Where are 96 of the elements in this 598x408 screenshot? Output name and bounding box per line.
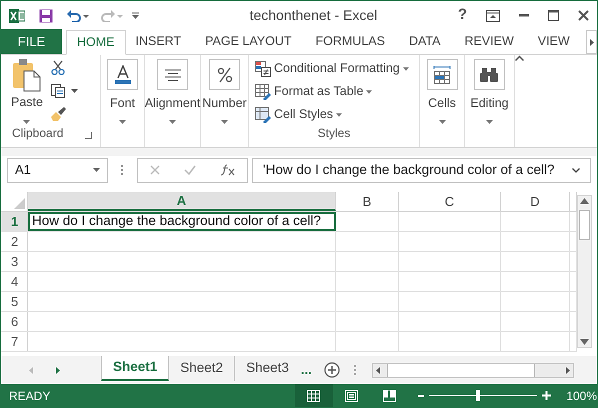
style-menu-button[interactable]: Conditional Formatting bbox=[255, 59, 419, 78]
minimize-icon[interactable] bbox=[519, 14, 529, 17]
paste-button[interactable]: Paste bbox=[11, 59, 43, 124]
scroll-thumb[interactable] bbox=[579, 210, 590, 240]
column-header[interactable]: B bbox=[336, 192, 399, 211]
cell-styles-icon bbox=[255, 106, 271, 122]
zoom-slider-thumb[interactable] bbox=[476, 390, 480, 401]
zoom-level[interactable]: 100% bbox=[566, 386, 598, 404]
excel-logo-icon[interactable] bbox=[9, 8, 25, 24]
page-layout-icon bbox=[345, 390, 358, 402]
next-sheet-icon[interactable] bbox=[56, 366, 60, 374]
window-title: techonthenet - Excel bbox=[248, 6, 378, 25]
more-sheets-button[interactable]: ... bbox=[300, 360, 312, 380]
expand-icon[interactable] bbox=[572, 168, 580, 172]
sheet-tab[interactable]: Sheet2 bbox=[169, 356, 234, 381]
ribbon-tab[interactable]: PAGE LAYOUT bbox=[195, 29, 302, 54]
ribbon-tab[interactable]: INSERT bbox=[126, 29, 192, 54]
formula-field[interactable]: 'How do I change the background color of a cell? bbox=[252, 158, 591, 182]
ribbon-tab[interactable]: VIEW bbox=[528, 29, 580, 54]
page-break-icon bbox=[382, 390, 396, 402]
caret-icon bbox=[438, 120, 446, 124]
table-cell[interactable]: How do I change the background color of a cell? bbox=[28, 212, 336, 231]
column-header[interactable]: A bbox=[28, 192, 336, 211]
undo-icon[interactable] bbox=[67, 10, 89, 22]
save-icon[interactable] bbox=[39, 8, 53, 22]
maximize-icon[interactable] bbox=[548, 10, 559, 21]
caret-icon bbox=[169, 120, 176, 124]
zoom-in-icon[interactable] bbox=[542, 391, 552, 400]
format-table-icon bbox=[255, 84, 271, 100]
row-header[interactable]: 3 bbox=[1, 252, 28, 271]
ribbon-display-icon[interactable] bbox=[486, 10, 500, 22]
style-menu-button[interactable]: Format as Table bbox=[255, 82, 419, 101]
horizontal-scrollbar[interactable] bbox=[372, 362, 574, 378]
row-header[interactable]: 7 bbox=[1, 332, 28, 351]
row-header[interactable]: 2 bbox=[1, 232, 28, 251]
group-label: Clipboard bbox=[12, 125, 64, 142]
dialog-launcher-icon[interactable] bbox=[85, 132, 92, 139]
conditional-formatting-icon bbox=[255, 60, 271, 76]
new-sheet-icon[interactable] bbox=[324, 362, 340, 378]
row-header[interactable]: 1 bbox=[1, 212, 28, 231]
sheet-tab[interactable]: Sheet1 bbox=[101, 356, 170, 381]
scroll-down-icon[interactable] bbox=[580, 339, 589, 345]
grid-view-icon bbox=[307, 390, 320, 402]
row-header[interactable]: 5 bbox=[1, 292, 28, 311]
view-button[interactable] bbox=[294, 384, 333, 407]
ribbon-tab[interactable]: HOME bbox=[66, 30, 126, 55]
caret-icon bbox=[336, 112, 342, 116]
status-text: READY bbox=[9, 388, 52, 404]
align-center-icon bbox=[164, 68, 180, 80]
editing-button[interactable]: Editing bbox=[470, 59, 509, 147]
dropdown-arrow-icon[interactable] bbox=[93, 168, 100, 172]
help-button[interactable]: ? bbox=[458, 4, 467, 27]
sheet-tab[interactable]: Sheet3 bbox=[234, 356, 300, 381]
name-box[interactable]: A1 bbox=[7, 158, 108, 182]
percent-icon bbox=[216, 66, 232, 82]
caret-icon bbox=[366, 90, 372, 94]
right-arrow-icon bbox=[590, 38, 594, 46]
check-icon[interactable] bbox=[184, 165, 196, 175]
number-button[interactable]: Number bbox=[202, 59, 247, 147]
group-label: Styles bbox=[318, 125, 350, 142]
vertical-scrollbar[interactable] bbox=[577, 195, 592, 348]
scroll-left-icon[interactable] bbox=[376, 366, 380, 374]
scroll-thumb[interactable] bbox=[386, 364, 535, 376]
column-header[interactable]: D bbox=[501, 192, 570, 211]
file-tab[interactable]: FILE bbox=[1, 29, 62, 54]
ribbon-tab[interactable]: FORMULAS bbox=[306, 29, 395, 54]
customize-menu-icon[interactable] bbox=[132, 12, 139, 19]
row-header[interactable]: 6 bbox=[1, 312, 28, 331]
font-color-icon bbox=[114, 64, 132, 84]
row-header[interactable]: 4 bbox=[1, 272, 28, 291]
caret-icon bbox=[402, 66, 409, 70]
alignment-button[interactable]: Alignment bbox=[144, 59, 200, 147]
insert-function-icon[interactable] bbox=[220, 164, 235, 176]
caret-icon bbox=[119, 120, 126, 124]
caret-icon bbox=[23, 120, 30, 124]
grip-icon bbox=[354, 365, 356, 375]
style-menu-button[interactable]: Cell Styles bbox=[255, 105, 419, 124]
caret-icon bbox=[221, 120, 228, 124]
column-header[interactable]: C bbox=[399, 192, 501, 211]
caret-icon bbox=[486, 120, 493, 124]
scroll-up-icon[interactable] bbox=[580, 198, 589, 204]
collapse-ribbon-icon[interactable] bbox=[515, 55, 524, 61]
ribbon-tab[interactable]: DATA bbox=[398, 29, 450, 54]
close-icon[interactable] bbox=[578, 10, 589, 21]
cells-button[interactable]: Cells bbox=[426, 59, 458, 147]
clipboard-icon bbox=[12, 59, 41, 92]
font-button[interactable]: Font bbox=[107, 59, 138, 147]
zoom-slider[interactable] bbox=[429, 390, 538, 401]
copy-icon[interactable] bbox=[50, 84, 78, 98]
scroll-right-icon[interactable] bbox=[566, 366, 570, 374]
cut-icon[interactable] bbox=[50, 60, 65, 75]
format-painter-icon[interactable] bbox=[50, 107, 66, 121]
tab-scroll-button[interactable] bbox=[586, 30, 597, 54]
table-cells-icon bbox=[433, 66, 451, 84]
binoculars-icon bbox=[480, 66, 498, 82]
ribbon-tab[interactable]: REVIEW bbox=[454, 29, 524, 54]
